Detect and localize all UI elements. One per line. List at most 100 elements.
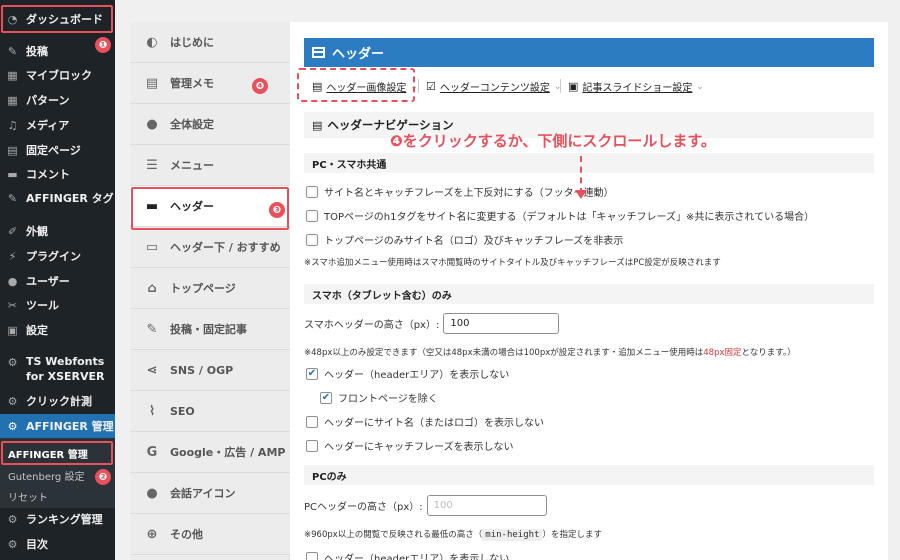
checkbox-checked[interactable]: ✔ bbox=[320, 391, 332, 404]
highlight-affinger-admin bbox=[1, 441, 113, 465]
edit-icon: ✎ bbox=[146, 321, 158, 337]
menu-affinger-tag[interactable]: ✎ AFFINGER タグ bbox=[0, 187, 115, 209]
submenu-reset[interactable]: リセット bbox=[8, 489, 48, 504]
brush-icon: ✐ bbox=[7, 224, 18, 238]
nav-posts-pages[interactable]: ✎ 投稿・固定記事 bbox=[130, 309, 290, 350]
gear-icon: ⚙ bbox=[7, 356, 18, 369]
settings-icon: ▣ bbox=[7, 323, 18, 337]
home-icon: ⌂ bbox=[147, 280, 157, 296]
menu-appearance[interactable]: ✐ 外観 bbox=[0, 220, 115, 242]
nav-seo[interactable]: ⌇ SEO bbox=[130, 391, 290, 432]
comment-icon: ▬ bbox=[7, 167, 18, 181]
menu-affinger-admin[interactable]: ⚙ AFFINGER 管理 bbox=[0, 414, 115, 438]
wrench-icon: ✂ bbox=[7, 298, 18, 312]
menu-comments[interactable]: ▬ コメント bbox=[0, 163, 115, 185]
chart-icon: ⌇ bbox=[148, 403, 156, 419]
highlight-header-nav bbox=[131, 187, 289, 230]
below-header-icon: ▭ bbox=[145, 239, 159, 255]
option-sp-hide-header[interactable]: ✔ ヘッダー（headerエリア）を表示しない bbox=[306, 366, 509, 381]
gear-icon: ⚙ bbox=[7, 537, 18, 551]
page-icon: ▤ bbox=[7, 143, 18, 157]
note-pc-sp-common: ※スマホ追加メニュー使用時はスマホ閲覧時のサイトタイトル及びキャッチフレーズはP… bbox=[304, 258, 721, 268]
sp-header-height-input[interactable] bbox=[443, 313, 560, 334]
nav-intro[interactable]: ◐ はじめに bbox=[130, 22, 290, 63]
option-sp-hide-tagline[interactable]: ヘッダーにキャッチフレーズを表示しない bbox=[306, 438, 514, 453]
menu-users[interactable]: ● ユーザー bbox=[0, 270, 115, 292]
pc-header-height-input[interactable] bbox=[426, 495, 547, 516]
tab-slideshow[interactable]: ▣ 記事スライドショー設定 ⌄ bbox=[568, 79, 704, 94]
step-badge-4: ❹ bbox=[252, 78, 268, 94]
user-icon: ● bbox=[7, 274, 18, 288]
menu-patterns[interactable]: ▦ パターン bbox=[0, 89, 115, 111]
menu-icon: ☰ bbox=[146, 157, 158, 173]
nav-sns-ogp[interactable]: ⋖ SNS / OGP bbox=[130, 350, 290, 391]
menu-media[interactable]: ♫ メディア bbox=[0, 114, 115, 136]
share-icon: ⋖ bbox=[146, 362, 158, 378]
step-badge-2: ❷ bbox=[95, 469, 111, 485]
plugin-icon: ⚡ bbox=[8, 249, 17, 263]
nav-google-ads-amp[interactable]: G Google・広告 / AMP bbox=[130, 432, 290, 473]
document-icon: ▤ bbox=[145, 75, 159, 91]
menu-settings[interactable]: ▣ 設定 bbox=[0, 319, 115, 341]
affinger-settings-nav: ◐ はじめに ▤ 管理メモ ● 全体設定 ☰ メニュー ▬ ヘッダー ▭ ヘッダー下 / お… bbox=[130, 22, 290, 560]
header-settings-panel: ヘッダー ▤ ヘッダー画像設定 ⌄ ☑ ヘッダーコンテンツ設定 ⌄ ▣ 記事スライドショー… bbox=[290, 22, 888, 560]
highlight-header-image-tab bbox=[297, 68, 415, 102]
step-badge-3: ❸ bbox=[269, 202, 285, 218]
option-sp-hide-site-name[interactable]: ヘッダーにサイト名（またはロゴ）を表示しない bbox=[306, 414, 544, 429]
nav-menu[interactable]: ☰ メニュー bbox=[130, 145, 290, 186]
checkbox[interactable] bbox=[306, 185, 318, 198]
option-pc-hide-header[interactable]: ヘッダー（headerエリア）を表示しない bbox=[306, 550, 509, 560]
pin-icon: ✎ bbox=[7, 191, 18, 205]
google-icon: G bbox=[146, 444, 158, 460]
option-hide-title-top[interactable]: トップページのみサイト名（ロゴ）及びキャッチフレーズを非表示 bbox=[306, 232, 623, 247]
option-sp-except-front[interactable]: ✔ フロントページを除く bbox=[320, 390, 438, 405]
nav-conversation-icons[interactable]: ● 会話アイコン bbox=[130, 473, 290, 514]
slideshow-icon: ▣ bbox=[568, 80, 579, 93]
menu-click-tracking[interactable]: ⚙ クリック計測 bbox=[0, 390, 115, 412]
checkbox[interactable] bbox=[306, 439, 318, 452]
checkbox-checked[interactable]: ✔ bbox=[306, 367, 318, 380]
gear-icon: ⚙ bbox=[7, 419, 18, 433]
instruction-annotation: ❹をクリックするか、下側にスクロールします。 bbox=[390, 132, 716, 150]
pin-icon: ✎ bbox=[7, 44, 18, 58]
grid-icon: ▦ bbox=[7, 68, 18, 82]
menu-plugins[interactable]: ⚡ プラグイン bbox=[0, 245, 115, 267]
highlight-dashboard bbox=[1, 5, 113, 33]
palette-icon: ● bbox=[146, 116, 158, 132]
nav-below-header[interactable]: ▭ ヘッダー下 / おすすめ bbox=[130, 227, 290, 268]
nav-other[interactable]: ⊕ その他 bbox=[130, 514, 290, 555]
annotation-arrow-line bbox=[580, 156, 582, 194]
checkbox[interactable] bbox=[306, 233, 318, 246]
shield-icon: ◐ bbox=[146, 34, 158, 50]
pc-header-height-row: PCヘッダーの高さ（px）: bbox=[304, 495, 547, 516]
nav-global-settings[interactable]: ● 全体設定 bbox=[130, 104, 290, 145]
menu-my-blocks[interactable]: ▦ マイブロック bbox=[0, 64, 115, 86]
arrow-down-icon bbox=[575, 190, 587, 199]
menu-ranking-admin[interactable]: ⚙ ランキング管理 bbox=[0, 508, 115, 530]
menu-ts-webfonts[interactable]: ⚙ TS Webfonts for XSERVER bbox=[0, 354, 115, 388]
tab-header-content[interactable]: ☑ ヘッダーコンテンツ設定 ⌄ bbox=[426, 79, 561, 94]
submenu-gutenberg-settings[interactable]: Gutenberg 設定 bbox=[8, 468, 84, 483]
checkbox[interactable] bbox=[306, 209, 318, 222]
menu-tools[interactable]: ✂ ツール bbox=[0, 294, 115, 316]
nav-top-page[interactable]: ⌂ トップページ bbox=[130, 268, 290, 309]
option-h1-site-name[interactable]: TOPページのh1タグをサイト名に変更する（デフォルトは「キャッチフレーズ」※共… bbox=[306, 208, 814, 223]
menu-toc[interactable]: ⚙ 目次 bbox=[0, 533, 115, 555]
checkbox[interactable] bbox=[306, 551, 318, 560]
checkbox[interactable] bbox=[306, 415, 318, 428]
menu-pages[interactable]: ▤ 固定ページ bbox=[0, 139, 115, 161]
speech-icon: ● bbox=[146, 485, 158, 501]
chevron-down-icon: ⌄ bbox=[696, 81, 704, 92]
section-pc-only: PCのみ bbox=[304, 465, 874, 485]
grid-icon: ▦ bbox=[7, 93, 18, 107]
sp-header-height-row: スマホヘッダーの高さ（px）: bbox=[304, 313, 560, 334]
media-icon: ♫ bbox=[7, 118, 18, 132]
step-badge-1: ❶ bbox=[95, 37, 111, 53]
header-layout-icon: ▤ bbox=[312, 118, 323, 132]
gear-icon: ⚙ bbox=[7, 394, 18, 408]
tab-divider bbox=[418, 79, 419, 93]
header-layout-icon bbox=[312, 47, 325, 58]
section-pc-sp-common: PC・スマホ共通 bbox=[304, 153, 874, 173]
option-swap-title-tagline[interactable]: サイト名とキャッチフレーズを上下反対にする（フッター連動） bbox=[306, 184, 614, 199]
checkbox-icon: ☑ bbox=[426, 80, 436, 93]
